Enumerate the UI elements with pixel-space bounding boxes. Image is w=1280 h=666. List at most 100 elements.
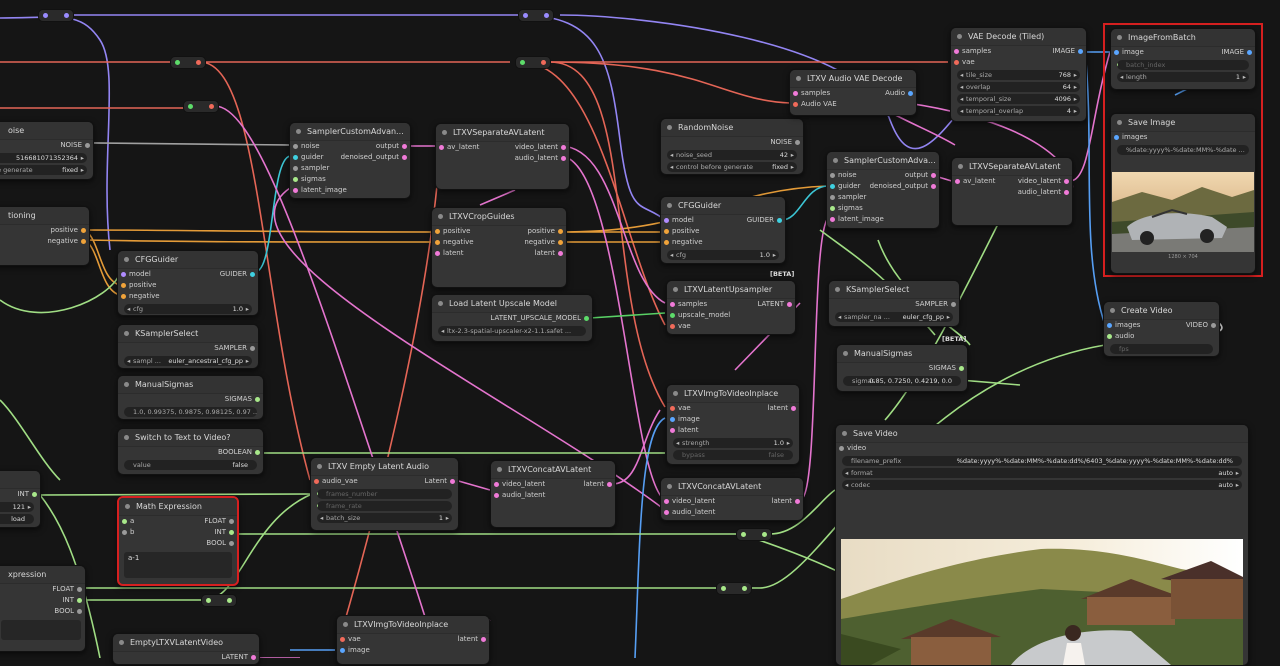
input-vae[interactable]: vae [678, 321, 691, 332]
input-latent-image[interactable]: latent_image [301, 185, 347, 196]
output-sigmas[interactable]: SIGMAS [225, 394, 252, 405]
length-widget[interactable]: ◂ length 1 ▸ [1117, 72, 1249, 82]
overlap-widget[interactable]: ◂ overlap 64 ▸ [957, 82, 1080, 92]
preview-image[interactable] [1112, 172, 1254, 252]
output-latent[interactable]: latent [458, 634, 478, 645]
output-upscale-model[interactable]: LATENT_UPSCALE_MODEL [490, 313, 581, 324]
input-model[interactable]: model [672, 215, 694, 226]
input-a[interactable]: a [130, 516, 134, 527]
reroute-node[interactable] [716, 582, 752, 595]
output-video-latent[interactable]: video_latent [515, 142, 558, 153]
input-samples[interactable]: samples [962, 46, 991, 57]
ksamplerselect-node-mid[interactable]: KSamplerSelect SAMPLER ◂ sampler_na ... eu… [828, 280, 960, 327]
math-expression-node[interactable]: Math Expression a FLOAT b INT BOOL a-1 [117, 496, 239, 586]
load-latent-upscale-model-node[interactable]: Load Latent Upscale Model LATENT_UPSCALE… [431, 294, 593, 342]
input-guider[interactable]: guider [301, 152, 323, 163]
output-guider[interactable]: GUIDER [220, 269, 247, 280]
input-sampler[interactable]: sampler [838, 192, 866, 203]
cfg-widget[interactable]: ◂ cfg 1.0 ▸ [667, 250, 779, 260]
output-image[interactable]: IMAGE [1052, 46, 1075, 57]
expression-textarea[interactable]: a-1 [124, 552, 232, 578]
input-sigmas[interactable]: sigmas [838, 203, 863, 214]
random-noise-node[interactable]: RandomNoise NOISE ◂ noise_seed 42 ▸ ◂ contro… [660, 118, 804, 175]
output-audio-latent[interactable]: audio_latent [515, 153, 558, 164]
fps-widget[interactable]: fps [1110, 344, 1213, 354]
strength-widget[interactable]: ◂ strength 1.0 ▸ [673, 438, 793, 448]
reroute-node[interactable] [201, 594, 237, 607]
input-images[interactable]: images [1122, 132, 1147, 143]
noise-seed-widget[interactable]: ◂ noise_seed 42 ▸ [667, 150, 797, 160]
output-bool[interactable]: BOOL [54, 606, 74, 617]
filename-prefix-widget[interactable]: %date:yyyy%-%date:MM%-%date ... [1117, 145, 1249, 155]
temporal-overlap-widget[interactable]: ◂ temporal_overlap 4 ▸ [957, 106, 1080, 116]
input-video-latent[interactable]: video_latent [672, 496, 715, 507]
output-latent[interactable]: latent [768, 403, 788, 414]
input-model[interactable]: model [129, 269, 151, 280]
model-name-widget[interactable]: ◂ ltx-2.3-spatial-upscaler-x2-1.1.safet .… [438, 326, 586, 336]
input-av-latent[interactable]: av_latent [447, 142, 479, 153]
sigmas-widget[interactable]: 1.0, 0.99375, 0.9875, 0.98125, 0.97 ... [124, 407, 257, 417]
output-latent[interactable]: latent [584, 479, 604, 490]
output-noise[interactable]: NOISE [770, 137, 792, 148]
output-video-latent[interactable]: video_latent [1018, 176, 1061, 187]
input-negative[interactable]: negative [672, 237, 703, 248]
tile-size-widget[interactable]: ◂ tile_size 768 ▸ [957, 70, 1080, 80]
audio-vae-decode-node[interactable]: LTXV Audio VAE Decode samples Audio Audio… [789, 69, 917, 116]
noise-node-left[interactable]: oise NOISE 516681071352364▸ ne generatef… [0, 121, 94, 180]
input-audio-vae[interactable]: Audio VAE [801, 99, 837, 110]
input-latent[interactable]: latent [678, 425, 698, 436]
output-latent[interactable]: Latent [425, 476, 447, 487]
codec-widget[interactable]: ◂ codec auto ▸ [842, 480, 1242, 490]
input-audio-latent[interactable]: audio_latent [672, 507, 715, 518]
format-widget[interactable]: ◂ format auto ▸ [842, 468, 1242, 478]
input-negative[interactable]: negative [443, 237, 474, 248]
output-denoised[interactable]: denoised_output [341, 152, 399, 163]
sampler-custom-advanced-node-2[interactable]: SamplerCustomAdva... noise output guider d… [826, 151, 940, 229]
reroute-node[interactable] [170, 56, 206, 69]
cfgguider-node-left[interactable]: CFGGuider model GUIDER positive negative … [117, 250, 259, 316]
output-int[interactable]: INT [62, 595, 74, 606]
latent-upsampler-node[interactable]: LTXVLatentUpsampler samples LATENT upscal… [666, 280, 796, 335]
output-guider[interactable]: GUIDER [747, 215, 774, 226]
ksamplerselect-node-left[interactable]: KSamplerSelect SAMPLER ◂ sampl ... euler_a… [117, 324, 259, 369]
output-sampler[interactable]: SAMPLER [214, 343, 247, 354]
seed-widget[interactable]: 516681071352364 ▸ [0, 153, 87, 163]
input-audio-vae[interactable]: audio_vae [322, 476, 358, 487]
control-widget[interactable]: ne generatefixed▸ [0, 165, 87, 175]
output-positive[interactable]: positive [51, 225, 78, 236]
empty-latent-audio-node[interactable]: LTXV Empty Latent Audio audio_vae Latent … [310, 457, 459, 531]
reroute-node[interactable] [183, 100, 219, 113]
save-video-node[interactable]: Save Video video filename_prefix %date:yy… [835, 424, 1249, 666]
output-video[interactable]: VIDEO [1186, 320, 1208, 331]
input-image[interactable]: image [348, 645, 370, 656]
output-sampler[interactable]: SAMPLER [915, 299, 948, 310]
batch-size-widget[interactable]: ◂ batch_size 1 ▸ [317, 513, 452, 523]
input-noise[interactable]: noise [301, 141, 320, 152]
img-to-video-inplace-node-mid[interactable]: LTXVImgToVideoInplace vae latent image la… [666, 384, 800, 465]
reroute-node[interactable] [518, 9, 554, 22]
sampler-widget[interactable]: ◂ sampl ... euler_ancestral_cfg_pp ▸ [124, 356, 252, 366]
input-images[interactable]: images [1115, 320, 1140, 331]
video-preview[interactable] [841, 539, 1243, 665]
output-latent[interactable]: latent [772, 496, 792, 507]
output-sigmas[interactable]: SIGMAS [929, 363, 956, 374]
input-upscale-model[interactable]: upscale_model [678, 310, 730, 321]
output-negative[interactable]: negative [47, 236, 78, 247]
cfgguider-node-mid[interactable]: CFGGuider model GUIDER positive negative … [660, 196, 786, 264]
output-latent[interactable]: LATENT [757, 299, 784, 310]
input-sampler[interactable]: sampler [301, 163, 329, 174]
bypass-widget[interactable]: bypass false [673, 450, 793, 460]
manualsigmas-node-left[interactable]: ManualSigmas SIGMAS 1.0, 0.99375, 0.9875… [117, 375, 264, 420]
input-negative[interactable]: negative [129, 291, 160, 302]
reroute-node[interactable] [515, 56, 551, 69]
sampler-widget[interactable]: ◂ sampler_na ... euler_cfg_pp ▸ [835, 312, 953, 322]
input-video[interactable]: video [847, 443, 866, 454]
frame-rate-widget[interactable]: frame_rate [317, 501, 452, 511]
output-denoised[interactable]: denoised_output [870, 181, 928, 192]
output-int[interactable]: INT [17, 489, 29, 500]
int-widget[interactable]: 121 ▸ [0, 502, 34, 512]
input-noise[interactable]: noise [838, 170, 857, 181]
image-from-batch-node[interactable]: ImageFromBatch image IMAGE batch_index ◂ l… [1110, 28, 1256, 90]
output-bool[interactable]: BOOL [206, 538, 226, 549]
temporal-size-widget[interactable]: ◂ temporal_size 4096 ▸ [957, 94, 1080, 104]
